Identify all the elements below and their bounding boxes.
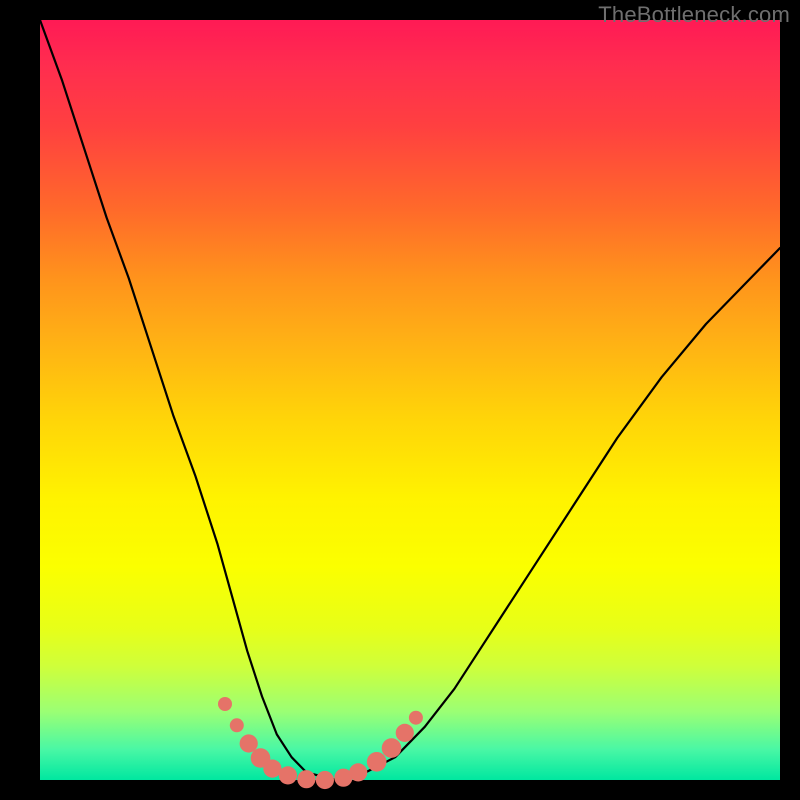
- chart-svg: [40, 20, 780, 780]
- curve-marker: [396, 724, 414, 742]
- watermark-text: TheBottleneck.com: [598, 2, 790, 28]
- curve-marker: [382, 738, 402, 758]
- curve-marker: [409, 711, 423, 725]
- curve-marker: [279, 766, 297, 784]
- curve-marker: [297, 770, 315, 788]
- bottleneck-curve: [40, 20, 780, 780]
- curve-marker: [218, 697, 232, 711]
- curve-marker: [316, 771, 334, 789]
- curve-marker: [230, 718, 244, 732]
- curve-marker: [367, 752, 387, 772]
- curve-markers: [218, 697, 423, 789]
- plot-area: [40, 20, 780, 780]
- curve-marker: [349, 763, 367, 781]
- curve-marker: [263, 760, 281, 778]
- chart-frame: TheBottleneck.com: [0, 0, 800, 800]
